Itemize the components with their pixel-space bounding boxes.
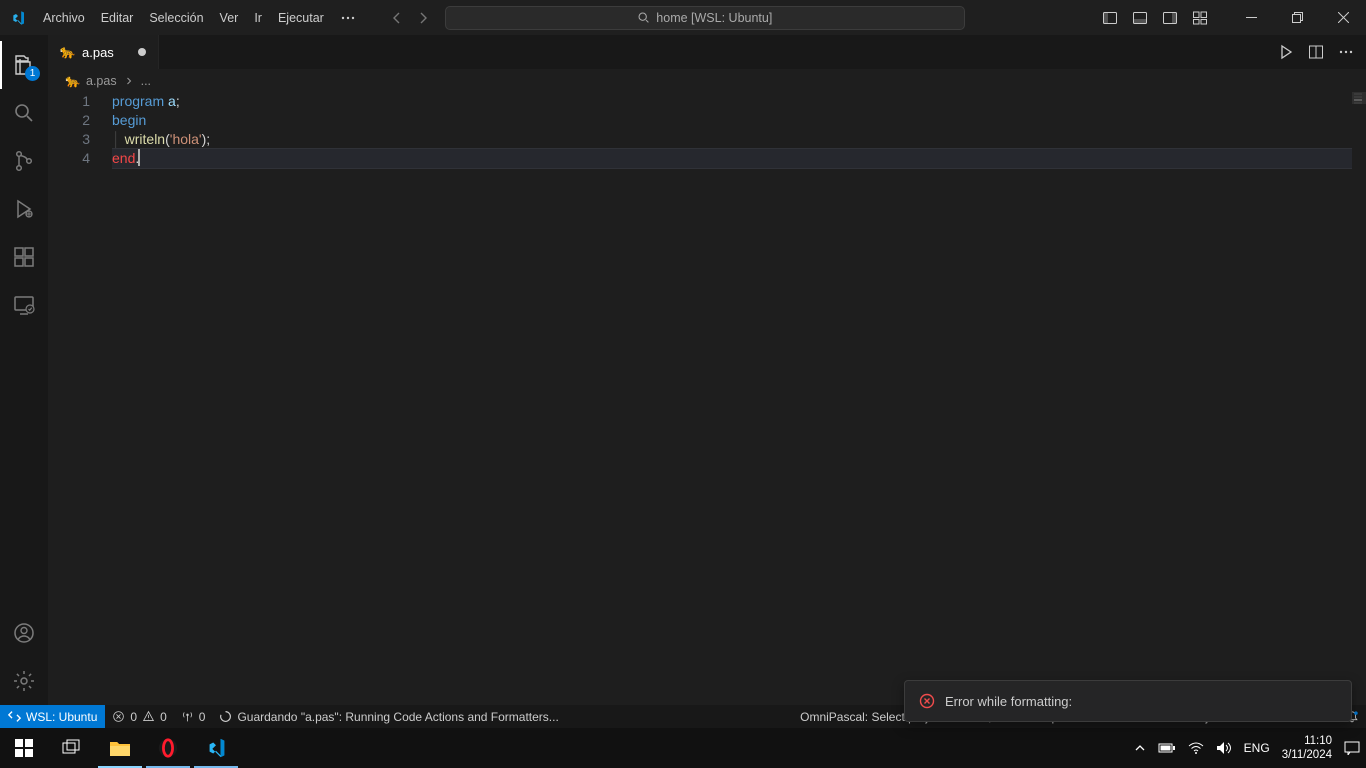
status-remote[interactable]: WSL: Ubuntu (0, 705, 105, 728)
vscode-logo-icon (0, 10, 35, 26)
status-saving[interactable]: Guardando "a.pas": Running Code Actions … (212, 705, 565, 728)
system-tray: ENG 11:10 3/11/2024 (1134, 734, 1366, 762)
taskbar-opera[interactable] (144, 728, 192, 768)
activity-explorer[interactable]: 1 (0, 41, 48, 89)
title-bar: Archivo Editar Selección Ver Ir Ejecutar… (0, 0, 1366, 35)
line-number: 1 (48, 92, 90, 111)
explorer-badge: 1 (25, 66, 40, 81)
tray-wifi-icon[interactable] (1188, 742, 1204, 754)
activity-extensions[interactable] (0, 233, 48, 281)
tray-clock[interactable]: 11:10 3/11/2024 (1282, 734, 1332, 762)
activity-run-debug[interactable] (0, 185, 48, 233)
menu-seleccion[interactable]: Selección (141, 0, 211, 35)
pascal-file-icon: 🐆 (60, 44, 76, 60)
status-remote-label: WSL: Ubuntu (26, 710, 97, 724)
status-problems[interactable]: 0 0 (105, 705, 173, 728)
tray-battery-icon[interactable] (1158, 742, 1176, 754)
tab-label: a.pas (82, 45, 114, 60)
menu-archivo[interactable]: Archivo (35, 0, 93, 35)
tray-action-center-icon[interactable] (1344, 741, 1360, 755)
code-content[interactable]: program a; begin │ writeln('hola'); end. (112, 92, 1352, 705)
menu-ver[interactable]: Ver (212, 0, 247, 35)
toggle-secondary-sidebar-icon[interactable] (1162, 10, 1178, 26)
command-center[interactable]: home [WSL: Ubuntu] (445, 6, 965, 30)
chevron-right-icon (123, 75, 135, 87)
activity-remote-explorer[interactable] (0, 281, 48, 329)
tab-a-pas[interactable]: 🐆 a.pas (48, 35, 159, 69)
antenna-icon (181, 710, 194, 723)
taskbar-file-explorer[interactable] (96, 728, 144, 768)
activity-accounts[interactable] (0, 609, 48, 657)
editor-more-icon[interactable] (1338, 44, 1354, 60)
command-center-label: home [WSL: Ubuntu] (656, 11, 772, 25)
breadcrumb-file: a.pas (86, 74, 117, 88)
toggle-primary-sidebar-icon[interactable] (1102, 10, 1118, 26)
customize-layout-icon[interactable] (1192, 10, 1208, 26)
editor-group: 🐆 a.pas 🐆 a.pas ... 1 2 3 4 (48, 35, 1366, 705)
tray-language[interactable]: ENG (1244, 741, 1270, 755)
activity-search[interactable] (0, 89, 48, 137)
line-number: 2 (48, 111, 90, 130)
tray-chevron-icon[interactable] (1134, 742, 1146, 754)
breadcrumb-more: ... (141, 74, 151, 88)
text-cursor (138, 149, 140, 166)
run-file-icon[interactable] (1278, 44, 1294, 60)
gutter: 1 2 3 4 (48, 92, 112, 705)
activity-source-control[interactable] (0, 137, 48, 185)
line-number: 3 (48, 130, 90, 149)
start-button[interactable] (0, 728, 48, 768)
tab-bar: 🐆 a.pas (48, 35, 1366, 70)
nav-back-icon[interactable] (389, 10, 405, 26)
remote-icon (8, 710, 21, 723)
window-minimize-icon[interactable] (1228, 0, 1274, 35)
notification-toast[interactable]: Error while formatting: (904, 680, 1352, 722)
activity-bar: 1 (0, 35, 48, 705)
menu-ejecutar[interactable]: Ejecutar (270, 0, 332, 35)
window-maximize-icon[interactable] (1274, 0, 1320, 35)
activity-settings[interactable] (0, 657, 48, 705)
status-ports[interactable]: 0 (174, 705, 213, 728)
menu-bar: Archivo Editar Selección Ver Ir Ejecutar (35, 0, 364, 35)
spinner-icon (219, 710, 232, 723)
taskbar-vscode[interactable] (192, 728, 240, 768)
toggle-panel-icon[interactable] (1132, 10, 1148, 26)
pascal-file-icon: 🐆 (66, 74, 80, 88)
menu-editar[interactable]: Editar (93, 0, 142, 35)
breadcrumbs[interactable]: 🐆 a.pas ... (48, 70, 1366, 92)
warning-count-icon (142, 710, 155, 723)
nav-forward-icon[interactable] (415, 10, 431, 26)
menu-more-icon[interactable] (332, 0, 364, 35)
line-number: 4 (48, 149, 90, 168)
task-view-button[interactable] (48, 728, 96, 768)
search-icon (637, 11, 650, 24)
error-icon (919, 693, 935, 709)
code-editor[interactable]: 1 2 3 4 program a; begin │ writeln('hola… (48, 92, 1366, 705)
tray-volume-icon[interactable] (1216, 741, 1232, 755)
minimap[interactable] (1352, 92, 1366, 705)
notification-message: Error while formatting: (945, 694, 1072, 709)
window-close-icon[interactable] (1320, 0, 1366, 35)
dirty-indicator-icon (138, 48, 146, 56)
error-count-icon (112, 710, 125, 723)
windows-taskbar: ENG 11:10 3/11/2024 (0, 728, 1366, 768)
split-editor-icon[interactable] (1308, 44, 1324, 60)
menu-ir[interactable]: Ir (246, 0, 270, 35)
